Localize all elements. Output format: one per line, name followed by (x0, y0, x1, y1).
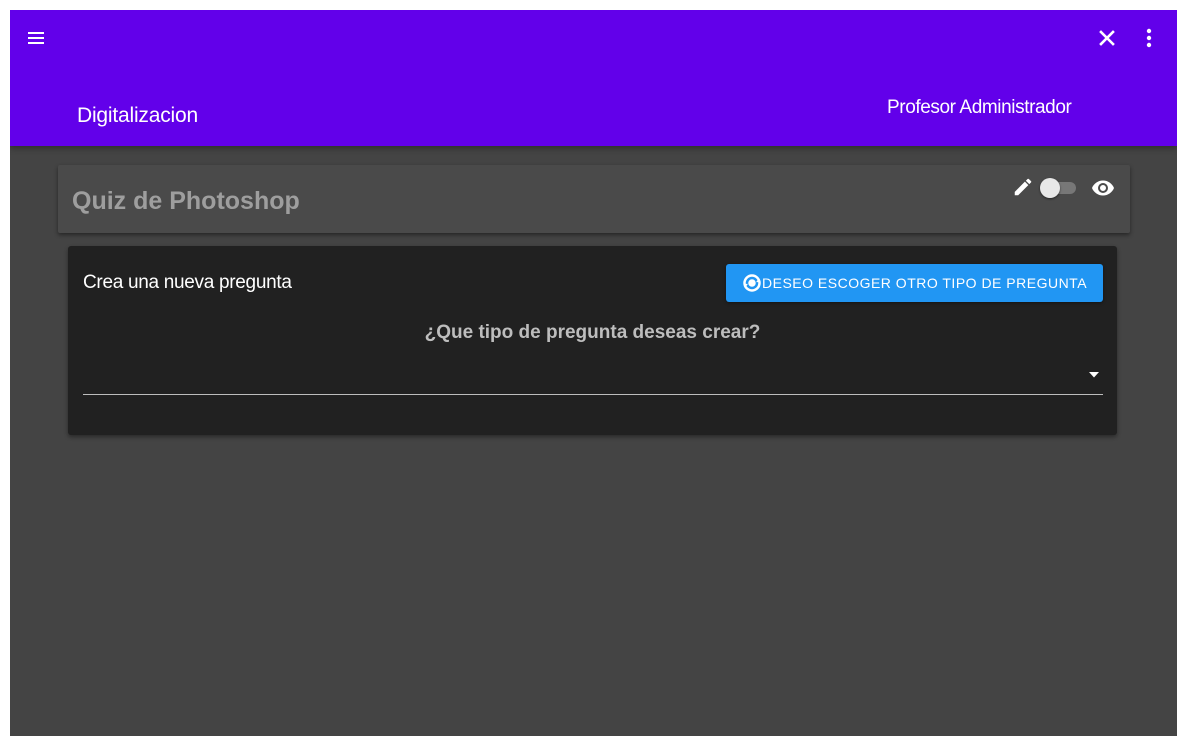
user-name[interactable]: Profesor Administrador (887, 97, 1072, 119)
menu-icon[interactable] (20, 24, 52, 52)
switch-type-icon (743, 274, 761, 292)
switch-question-type-label: DESEO ESCOGER OTRO TIPO DE PREGUNTA (762, 275, 1088, 291)
quiz-title: Quiz de Photoshop (72, 187, 300, 215)
dropdown-arrow-icon (1089, 372, 1099, 378)
question-type-select[interactable] (83, 358, 1103, 395)
app-title: Digitalizacion (77, 104, 198, 127)
new-question-card: Crea una nueva pregunta DESEO ESCOGER OT… (68, 246, 1117, 435)
eye-icon[interactable] (1091, 176, 1115, 200)
question-type-label: ¿Que tipo de pregunta deseas crear? (424, 322, 761, 343)
quiz-header: Quiz de Photoshop (58, 165, 1130, 233)
app-bar: Digitalizacion Profesor Administrador (10, 10, 1177, 146)
app-window: Digitalizacion Profesor Administrador Qu… (10, 10, 1177, 736)
more-vertical-icon[interactable] (1135, 24, 1163, 52)
toggle-thumb (1040, 178, 1060, 198)
pencil-icon[interactable] (1012, 176, 1034, 198)
card-heading: Crea una nueva pregunta (83, 272, 292, 293)
close-icon[interactable] (1093, 24, 1121, 52)
visibility-toggle[interactable] (1040, 177, 1078, 199)
switch-question-type-button[interactable]: DESEO ESCOGER OTRO TIPO DE PREGUNTA (726, 264, 1103, 302)
